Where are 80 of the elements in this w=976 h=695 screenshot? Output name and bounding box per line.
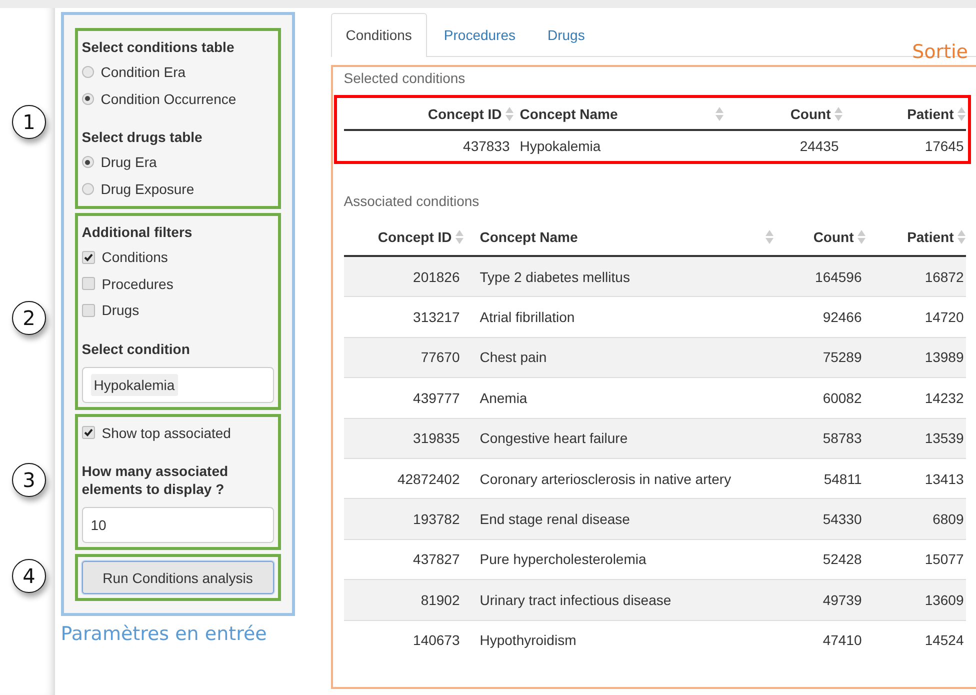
table-cell: 54330: [778, 498, 866, 540]
table-cell: 13609: [866, 580, 966, 620]
table-cell: 77670: [344, 337, 464, 378]
selected-tag[interactable]: Hypokalemia: [90, 374, 178, 396]
column-header[interactable]: Concept Name: [480, 228, 578, 244]
table-cell: Congestive heart failure: [464, 418, 778, 458]
table-cell: 319835: [344, 418, 464, 458]
table-title: Selected conditions: [344, 69, 466, 87]
table-cell: 14524: [866, 620, 966, 660]
table-cell: 81902: [344, 580, 464, 620]
table-cell: Urinary tract infectious disease: [464, 580, 778, 620]
table-cell: 437833: [344, 130, 514, 161]
option-label[interactable]: Condition Occurrence: [100, 90, 236, 107]
tab[interactable]: Drugs: [532, 13, 600, 56]
option-label[interactable]: Conditions: [102, 249, 168, 266]
table-cell: 58783: [778, 418, 866, 458]
option-label[interactable]: Drugs: [102, 302, 140, 318]
radio-button[interactable]: [82, 66, 94, 78]
option-label[interactable]: Procedures: [102, 276, 174, 292]
run-button[interactable]: Run Conditions analysis: [82, 561, 274, 594]
table-cell: 17645: [842, 130, 966, 161]
table-cell: 13989: [866, 337, 966, 378]
radio-button[interactable]: [82, 92, 94, 105]
field-label: Select drugs table: [82, 128, 204, 146]
option-label[interactable]: Drug Era: [100, 154, 157, 170]
table-cell: End stage renal disease: [464, 498, 778, 540]
sort-icon[interactable]: [454, 228, 464, 244]
table-cell: 6809: [866, 498, 966, 540]
sort-icon[interactable]: [834, 106, 843, 122]
table-cell: 164596: [778, 256, 866, 297]
column-header[interactable]: Concept ID: [378, 228, 452, 244]
table-cell: Hypokalemia: [514, 130, 728, 161]
sort-icon[interactable]: [856, 228, 866, 244]
number-input[interactable]: 10: [82, 507, 274, 543]
step-number: 4: [12, 559, 46, 593]
column-header[interactable]: Patient: [907, 228, 954, 244]
table-cell: 49739: [778, 580, 866, 620]
column-header[interactable]: Count: [813, 228, 854, 244]
field-label: Select condition: [82, 340, 191, 358]
tab[interactable]: Procedures: [428, 13, 530, 56]
table-cell: 24435: [728, 130, 843, 161]
step-number: 1: [12, 105, 46, 139]
sort-icon[interactable]: [956, 228, 966, 244]
table-cell: Chest pain: [464, 337, 778, 378]
checkbox[interactable]: [82, 426, 95, 440]
step-number: 3: [12, 463, 46, 497]
table-cell: Hypothyroidism: [464, 620, 778, 660]
option-label[interactable]: Show top associated: [102, 424, 231, 441]
input-caption: Paramètres en entrée: [60, 623, 268, 645]
condition-select[interactable]: Hypokalemia: [82, 366, 274, 402]
column-header[interactable]: Patient: [907, 106, 954, 122]
checkbox[interactable]: [82, 304, 95, 317]
option-label[interactable]: Condition Era: [100, 64, 186, 80]
sort-icon[interactable]: [504, 106, 514, 122]
table-cell: 75289: [778, 337, 866, 378]
table-cell: 201826: [344, 256, 464, 297]
column-header[interactable]: Count: [790, 106, 831, 122]
field-label: Additional filters: [82, 223, 194, 241]
column-header[interactable]: Concept Name: [520, 106, 618, 122]
radio-button[interactable]: [82, 156, 94, 168]
tab[interactable]: Conditions: [330, 13, 427, 57]
output-caption: Sortie: [912, 41, 968, 63]
table-title: Associated conditions: [344, 192, 480, 210]
option-label[interactable]: Drug Exposure: [100, 180, 194, 197]
sort-icon[interactable]: [714, 106, 724, 122]
checkbox[interactable]: [82, 277, 95, 290]
checkbox[interactable]: [82, 250, 95, 264]
sort-icon[interactable]: [764, 228, 774, 244]
table-cell: 193782: [344, 498, 464, 540]
radio-button[interactable]: [82, 182, 94, 195]
table-cell: 140673: [344, 620, 464, 660]
field-label: How many associated elements to display ?: [82, 462, 230, 498]
table-cell: Type 2 diabetes mellitus: [464, 256, 778, 297]
step-number: 2: [12, 301, 46, 335]
table-cell: 16872: [866, 256, 966, 297]
table-cell: 47410: [778, 620, 866, 660]
column-header[interactable]: Concept ID: [428, 106, 502, 122]
sort-icon[interactable]: [956, 106, 966, 122]
table-cell: 13539: [866, 418, 966, 458]
field-label: Select conditions table: [82, 38, 236, 56]
